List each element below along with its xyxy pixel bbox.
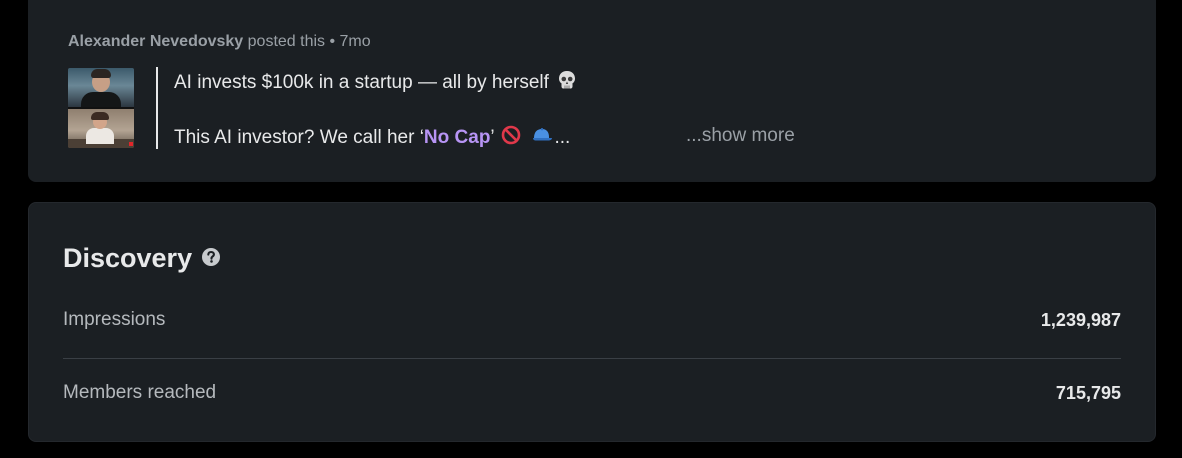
show-more-link[interactable]: ...show more — [686, 125, 795, 147]
recording-dot-icon — [129, 142, 133, 146]
post-line2-prefix: This AI investor? We call her ‘ — [174, 127, 424, 149]
post-line2-suffix: ’ — [490, 127, 500, 149]
cap-icon — [531, 126, 553, 150]
discovery-title: Discovery — [63, 243, 193, 273]
post-meta-suffix: posted this • 7mo — [243, 33, 371, 50]
post-author[interactable]: Alexander Nevedovsky — [68, 33, 243, 50]
impressions-row: Impressions 1,239,987 — [63, 301, 1121, 341]
members-reached-label: Members reached — [63, 382, 217, 403]
quote-divider — [156, 67, 158, 149]
members-reached-value: 715,795 — [1055, 383, 1121, 403]
members-reached-row: Members reached 715,795 — [63, 374, 1121, 414]
thumbnail-bottom-frame — [68, 109, 134, 148]
skull-icon — [556, 69, 578, 97]
prohibited-icon — [501, 125, 521, 151]
hashtag-no-cap[interactable]: No Cap — [424, 127, 491, 148]
question-circle-icon[interactable] — [201, 247, 221, 267]
post-text-line2: This AI investor? We call her ‘No Cap’ .… — [174, 125, 570, 151]
impressions-label: Impressions — [63, 309, 166, 330]
discovery-card: Discovery Impressions 1,239,987 Members … — [28, 202, 1156, 442]
post-line1-text: AI invests $100k in a startup — all by h… — [174, 72, 555, 94]
post-line2-ellipsis: ... — [554, 127, 571, 149]
post-preview-card[interactable]: Alexander Nevedovsky posted this • 7mo A… — [28, 0, 1156, 182]
post-meta: Alexander Nevedovsky posted this • 7mo — [68, 33, 371, 51]
metrics-divider — [63, 358, 1121, 359]
impressions-value: 1,239,987 — [1040, 310, 1121, 330]
thumbnail-top-frame — [68, 68, 134, 110]
post-thumbnail[interactable] — [68, 68, 134, 148]
post-text-line1: AI invests $100k in a startup — all by h… — [174, 69, 580, 97]
